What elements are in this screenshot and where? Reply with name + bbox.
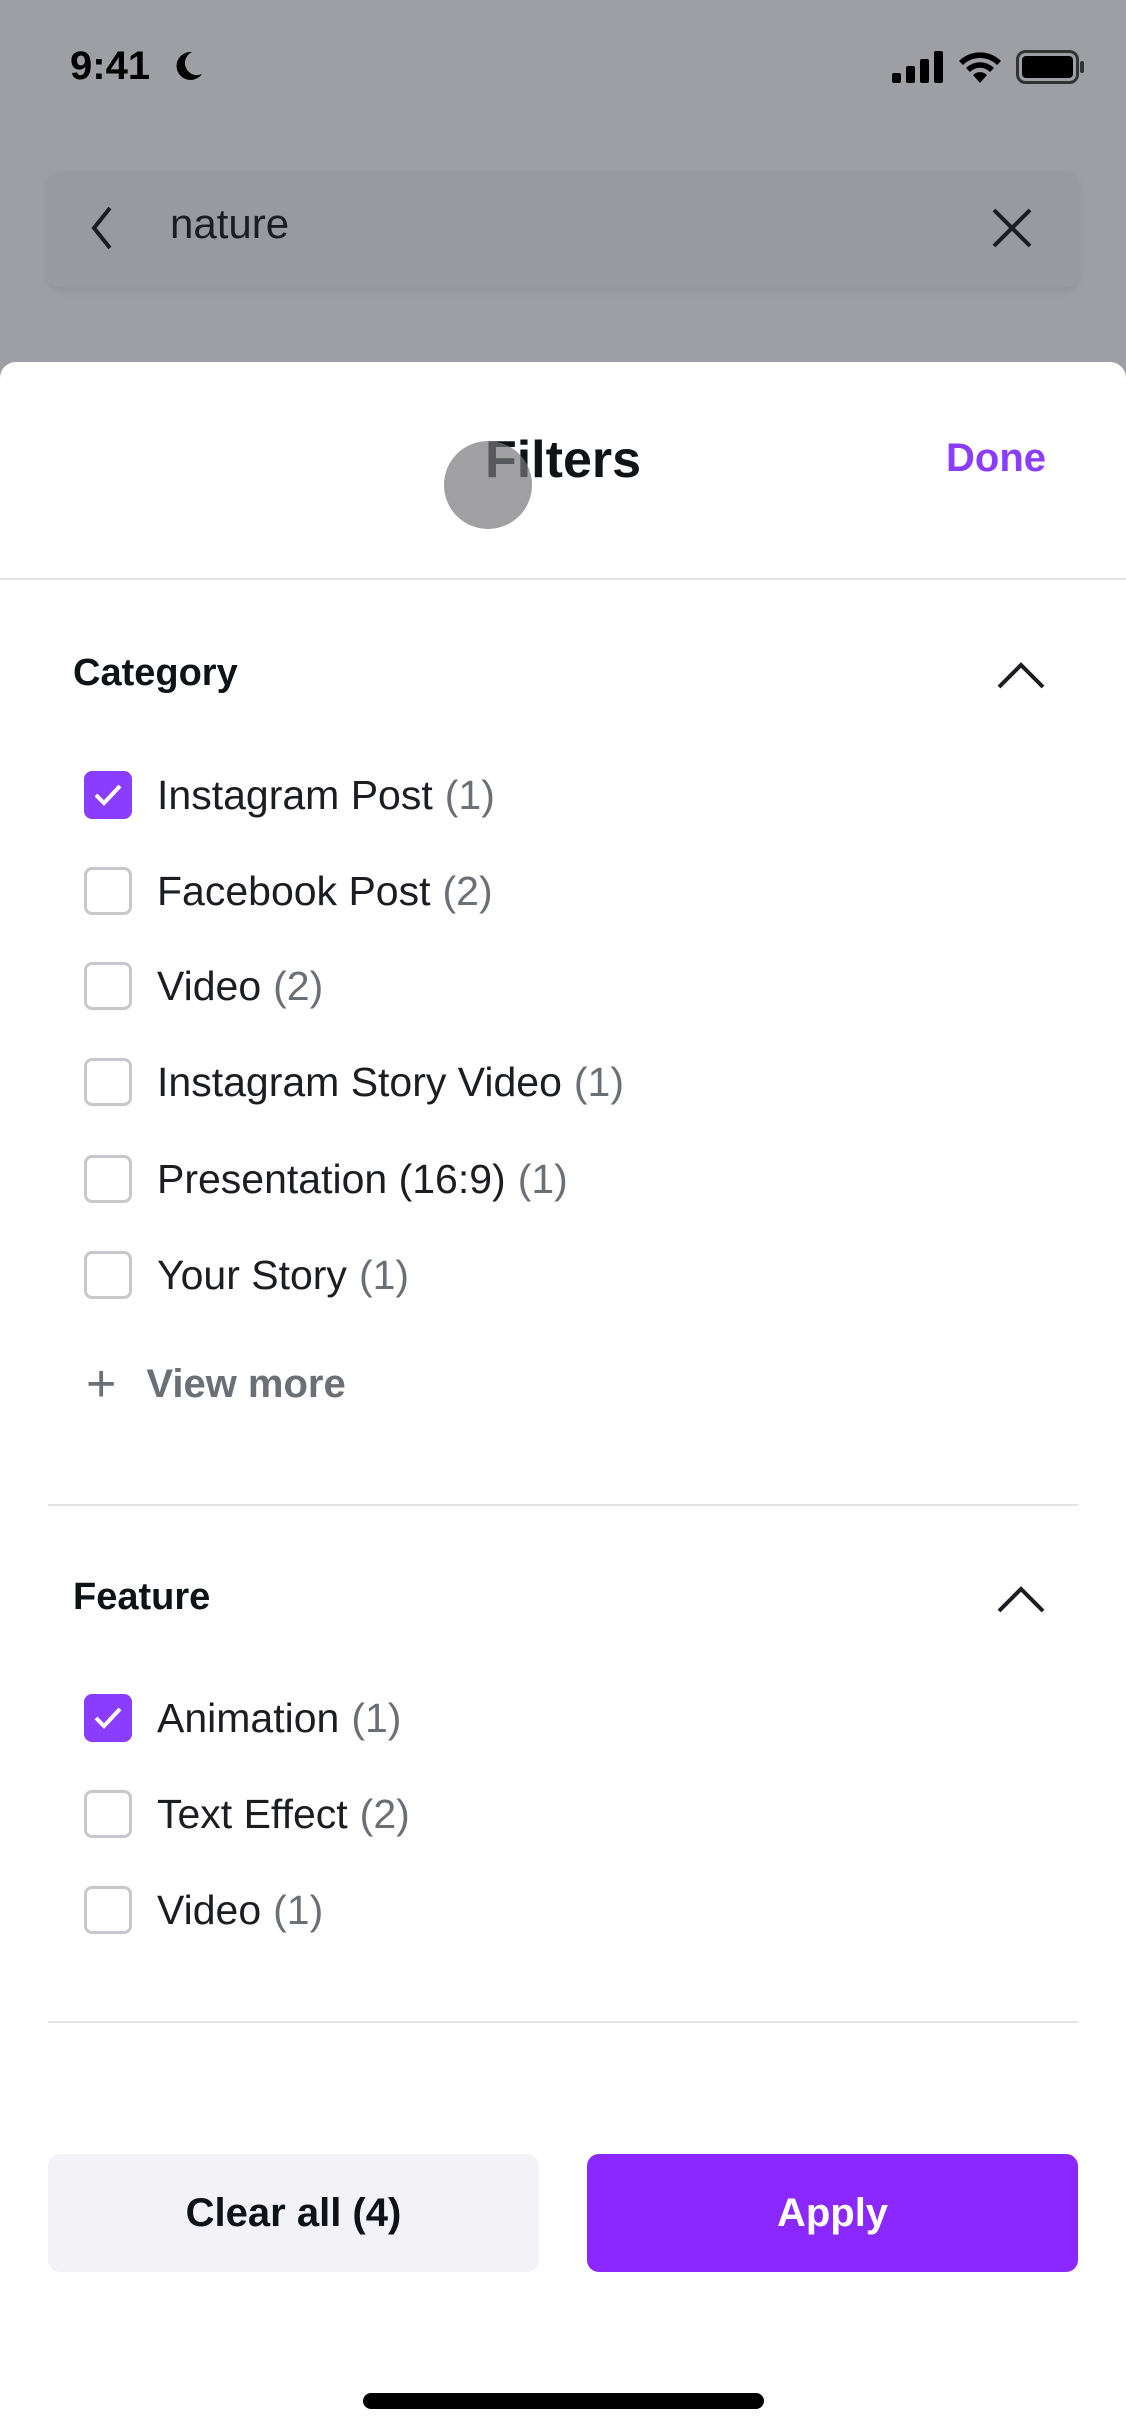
- home-indicator: [363, 2393, 764, 2409]
- checkbox[interactable]: [84, 1155, 132, 1203]
- option-count: (1): [517, 1155, 568, 1202]
- category-heading: Category: [73, 652, 238, 694]
- option-count: (2): [359, 1790, 410, 1837]
- option-count: (1): [444, 771, 495, 818]
- header-divider: [0, 578, 1126, 580]
- option-label: Video: [157, 962, 262, 1009]
- option-count: (2): [442, 867, 493, 914]
- view-more-label: View more: [146, 1361, 346, 1406]
- section-divider: [48, 1504, 1078, 1506]
- signal-icon: [892, 51, 943, 83]
- done-button[interactable]: Done: [946, 436, 1046, 481]
- touch-indicator: [444, 441, 532, 529]
- option-label: Presentation (16:9): [157, 1155, 506, 1202]
- option-count: (2): [273, 962, 324, 1009]
- close-icon[interactable]: [990, 206, 1034, 250]
- option-count: (1): [358, 1251, 410, 1298]
- option-label: Instagram Story Video: [157, 1058, 562, 1105]
- filter-option[interactable]: Instagram Story Video (1): [84, 1052, 624, 1112]
- clear-all-button[interactable]: Clear all (4): [48, 2154, 539, 2272]
- option-label: Text Effect: [157, 1790, 348, 1837]
- status-time: 9:41: [70, 44, 151, 88]
- checkbox[interactable]: [84, 867, 132, 915]
- filter-option[interactable]: Video (1): [84, 1880, 323, 1940]
- apply-button[interactable]: Apply: [587, 2154, 1078, 2272]
- plus-icon: +: [86, 1355, 117, 1413]
- filter-option[interactable]: Facebook Post (2): [84, 861, 493, 921]
- search-input[interactable]: nature: [170, 200, 289, 248]
- checkmark-icon: [94, 784, 122, 806]
- checkbox[interactable]: [84, 1886, 132, 1934]
- option-count: (1): [351, 1694, 402, 1741]
- checkbox[interactable]: [84, 1790, 132, 1838]
- option-label: Instagram Post: [157, 771, 433, 818]
- filter-option[interactable]: Video (2): [84, 956, 323, 1016]
- option-count: (1): [573, 1058, 625, 1105]
- filter-option[interactable]: Text Effect (2): [84, 1784, 410, 1844]
- checkmark-icon: [94, 1707, 122, 1729]
- chevron-up-icon[interactable]: [996, 1584, 1046, 1614]
- checkbox[interactable]: [84, 1058, 132, 1106]
- option-count: (1): [273, 1886, 324, 1933]
- filter-option[interactable]: Presentation (16:9) (1): [84, 1149, 568, 1209]
- wifi-icon: [959, 52, 1001, 83]
- chevron-up-icon[interactable]: [996, 660, 1046, 690]
- option-label: Animation: [157, 1694, 340, 1741]
- status-icons: [892, 50, 1086, 84]
- filter-option[interactable]: Instagram Post (1): [84, 765, 495, 825]
- section-divider: [48, 2021, 1078, 2023]
- checkbox[interactable]: [84, 962, 132, 1010]
- option-label: Video: [157, 1886, 262, 1933]
- back-chevron-icon[interactable]: [88, 204, 116, 252]
- checkbox[interactable]: [84, 771, 132, 819]
- moon-icon: [176, 51, 202, 80]
- battery-icon: [1016, 50, 1084, 84]
- option-label: Facebook Post: [157, 867, 431, 914]
- filter-option[interactable]: Your Story (1): [84, 1245, 409, 1305]
- option-label: Your Story: [157, 1251, 347, 1298]
- filter-option[interactable]: Animation (1): [84, 1688, 401, 1748]
- checkbox[interactable]: [84, 1694, 132, 1742]
- feature-heading: Feature: [73, 1576, 211, 1618]
- checkbox[interactable]: [84, 1251, 132, 1299]
- view-more-button[interactable]: + View more: [86, 1358, 346, 1410]
